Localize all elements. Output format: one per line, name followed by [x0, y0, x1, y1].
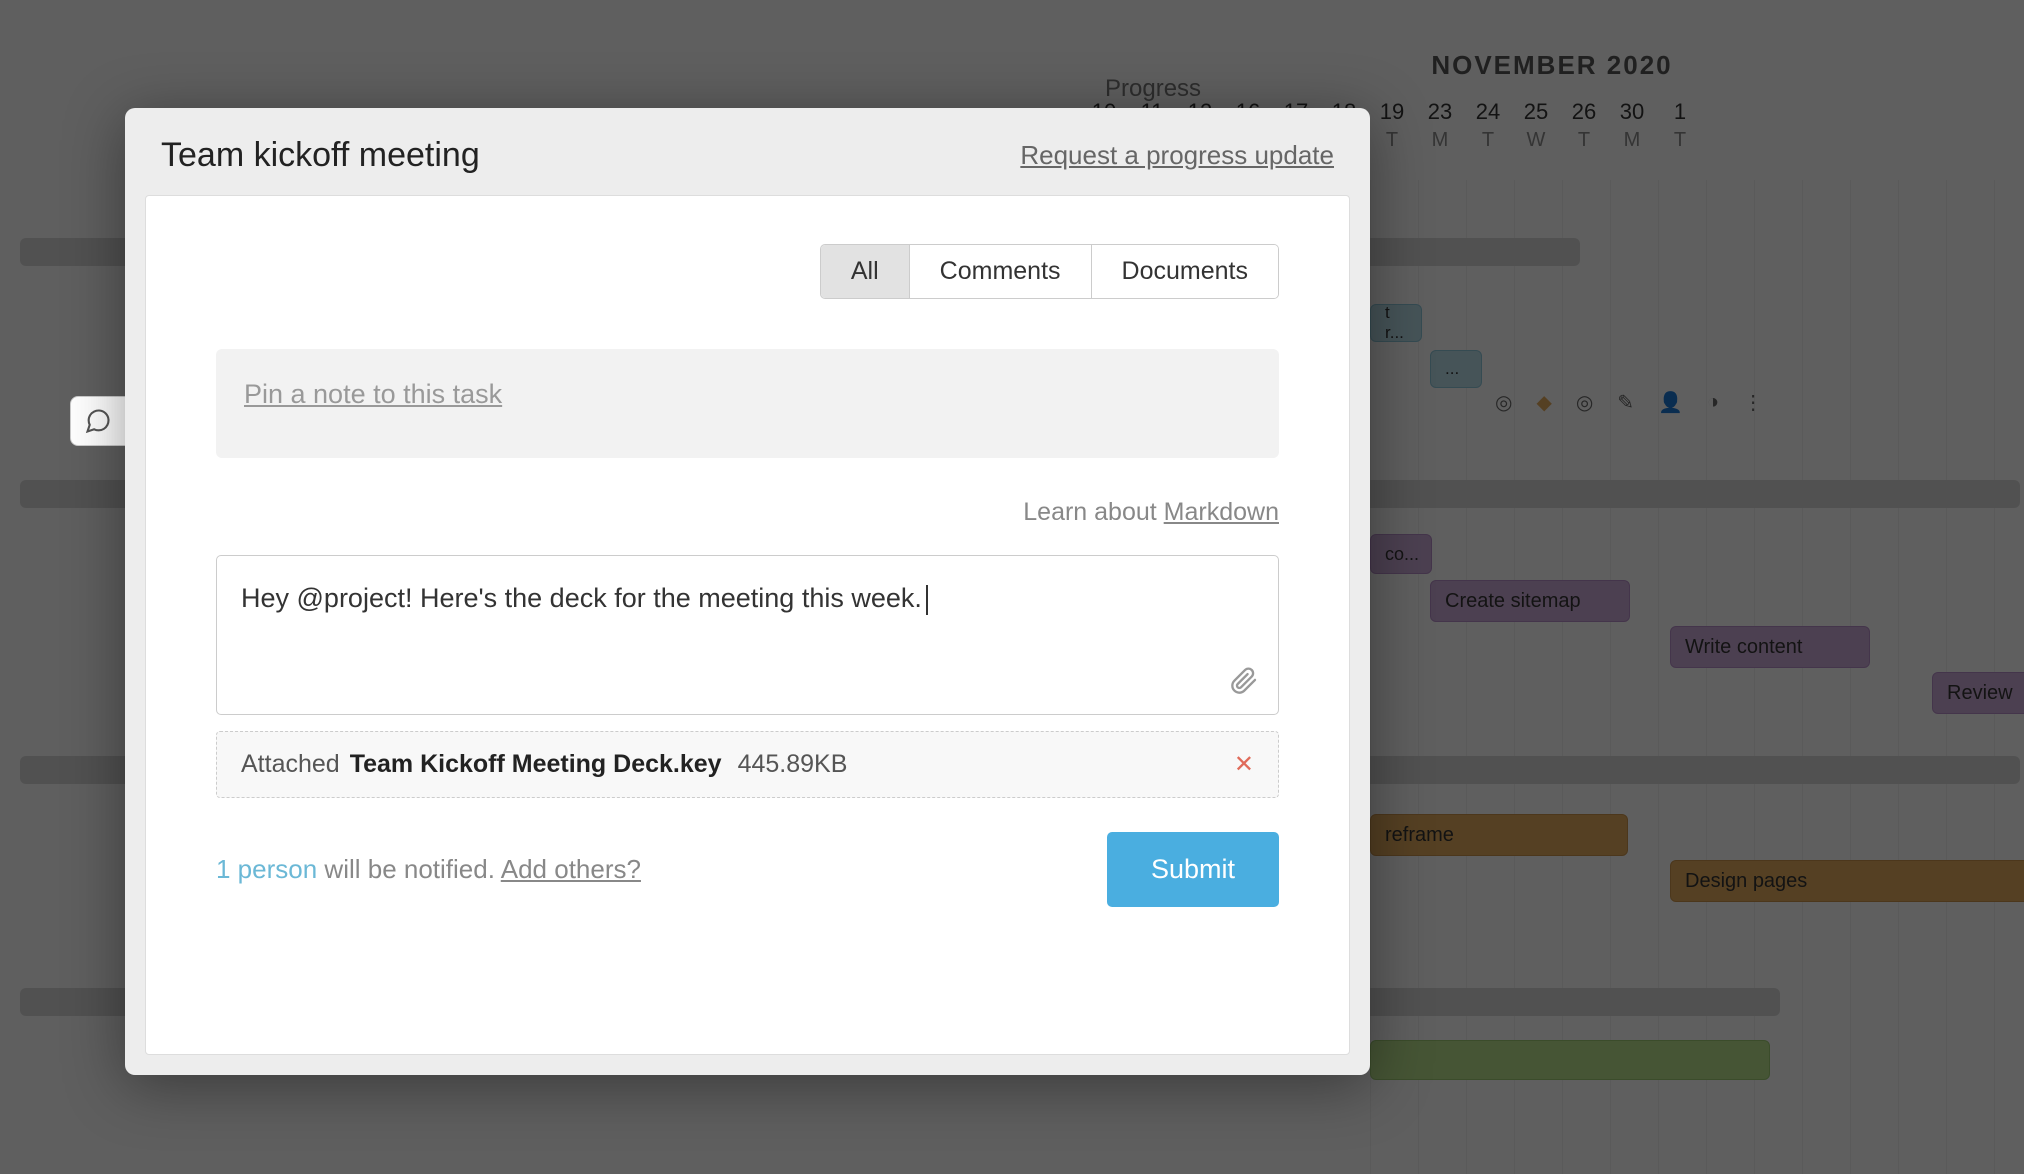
row-toolbar: ◎ ◆ ◎ ✎ 👤 ◑ ⋮	[1495, 390, 1763, 415]
modal-title: Team kickoff meeting	[161, 136, 480, 175]
request-progress-link[interactable]: Request a progress update	[1020, 140, 1334, 171]
tab-comments[interactable]: Comments	[910, 245, 1092, 298]
add-others-link[interactable]: Add others?	[501, 854, 641, 884]
notify-count-link[interactable]: 1 person	[216, 854, 317, 884]
tab-all[interactable]: All	[821, 245, 910, 298]
paperclip-icon	[1230, 667, 1258, 695]
comment-input[interactable]: Hey @project! Here's the deck for the me…	[216, 555, 1279, 715]
gantt-bar-reframe[interactable]: reframe	[1370, 814, 1628, 856]
comment-text: Hey @project! Here's the deck for the me…	[241, 580, 1254, 670]
text-cursor	[926, 585, 928, 615]
target-icon[interactable]: ◎	[1576, 390, 1593, 415]
pencil-icon[interactable]: ✎	[1617, 390, 1634, 415]
gantt-bar-write[interactable]: Write content	[1670, 626, 1870, 668]
gantt-bar[interactable]: ...	[1430, 350, 1482, 388]
pin-note-placeholder: Pin a note to this task	[244, 379, 502, 409]
remove-attachment-button[interactable]: ✕	[1234, 750, 1254, 779]
gantt-bar-review[interactable]: Review	[1932, 672, 2024, 714]
gantt-bar[interactable]: co...	[1370, 534, 1432, 574]
comment-bubble-button[interactable]	[70, 396, 126, 446]
markdown-link[interactable]: Markdown	[1164, 498, 1279, 526]
notify-text: 1 person will be notified. Add others?	[216, 854, 641, 885]
attachment-row: Attached Team Kickoff Meeting Deck.key 4…	[216, 731, 1279, 798]
person-icon[interactable]: 👤	[1658, 390, 1683, 415]
diamond-icon[interactable]: ◆	[1536, 390, 1551, 415]
clock-icon[interactable]: ◑	[1707, 391, 1719, 414]
task-modal: Team kickoff meeting Request a progress …	[125, 108, 1370, 1075]
gantt-grid	[1370, 180, 2024, 1174]
submit-button[interactable]: Submit	[1107, 832, 1279, 907]
gantt-bar-sitemap[interactable]: Create sitemap	[1430, 580, 1630, 622]
attachment-filename: Team Kickoff Meeting Deck.key	[350, 750, 722, 779]
calendar-month: NOVEMBER 2020	[1080, 50, 2024, 81]
speech-bubble-icon	[84, 407, 112, 435]
attachment-size: 445.89KB	[738, 750, 848, 779]
more-icon[interactable]: ⋮	[1743, 390, 1763, 415]
target-icon[interactable]: ◎	[1495, 390, 1512, 415]
gantt-bar[interactable]: t r...	[1370, 304, 1422, 342]
attachment-label: Attached	[241, 750, 340, 779]
tab-documents[interactable]: Documents	[1092, 245, 1278, 298]
gantt-bar-design[interactable]: Design pages	[1670, 860, 2024, 902]
tab-group: All Comments Documents	[820, 244, 1279, 299]
attach-file-button[interactable]	[1230, 667, 1258, 700]
markdown-hint: Learn about Markdown	[216, 498, 1279, 527]
gantt-bar[interactable]	[1370, 1040, 1770, 1080]
pin-note-area[interactable]: Pin a note to this task	[216, 349, 1279, 458]
